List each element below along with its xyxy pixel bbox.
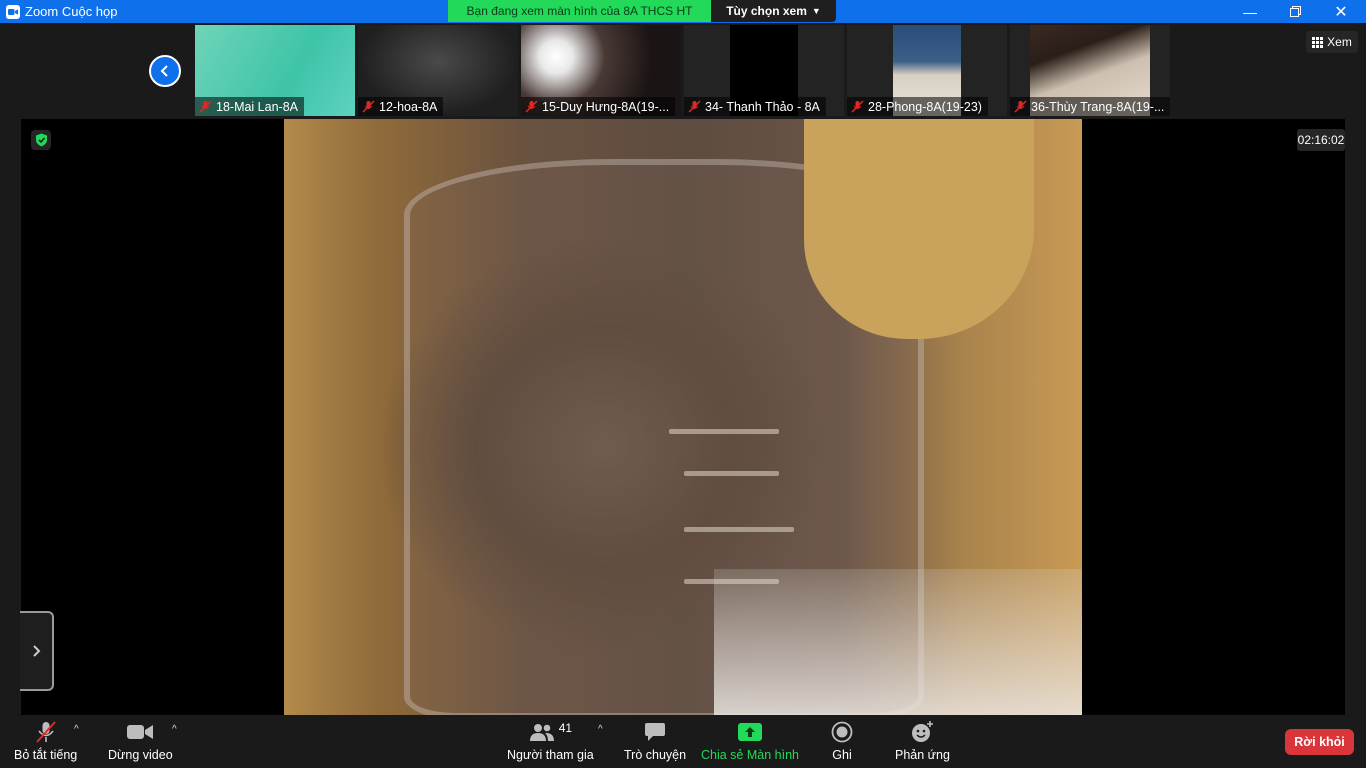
expand-panel-button[interactable] — [20, 611, 54, 691]
mic-muted-icon — [688, 100, 701, 113]
video-options-caret-icon[interactable]: ^ — [172, 724, 177, 735]
participant-tile[interactable]: 15-Duy Hưng-8A(19-... — [521, 25, 681, 116]
shield-icon — [35, 133, 47, 147]
chevron-left-icon — [160, 65, 168, 77]
minimize-button[interactable]: — — [1227, 0, 1273, 23]
mic-muted-icon — [199, 100, 212, 113]
participants-label: Người tham gia — [507, 748, 594, 762]
participant-strip: 18-Mai Lan-8A 12-hoa-8A 15-Duy Hưng-8A(1… — [0, 23, 1366, 119]
video-camera-icon — [127, 725, 154, 739]
participants-icon — [529, 724, 554, 741]
chat-bubble-icon — [645, 723, 666, 741]
participant-name: 15-Duy Hưng-8A(19-... — [542, 99, 670, 114]
zoom-app-icon — [6, 4, 20, 19]
meeting-timer: 02:16:02 — [1297, 129, 1345, 151]
view-layout-button[interactable]: Xem — [1306, 31, 1358, 53]
participant-name-tag: 12-hoa-8A — [358, 97, 444, 116]
chat-button[interactable]: Trò chuyện — [624, 719, 686, 762]
view-options-label: Tùy chọn xem — [726, 4, 807, 18]
reactions-label: Phản ứng — [895, 748, 950, 762]
close-button[interactable]: ✕ — [1318, 0, 1364, 23]
participant-tile[interactable]: 28-Phong-8A(19-23) — [847, 25, 1007, 116]
stop-video-label: Dừng video — [108, 748, 173, 762]
participant-name: 18-Mai Lan-8A — [216, 99, 298, 114]
participant-name-tag: 36-Thùy Trang-8A(19-... — [1010, 97, 1170, 116]
video-graduation-mark — [684, 527, 794, 532]
view-layout-label: Xem — [1327, 35, 1352, 49]
minimize-icon: — — [1243, 3, 1257, 20]
mic-muted-icon — [851, 100, 864, 113]
screen-share-banner: Bạn đang xem màn hình của 8A THCS HT — [448, 0, 711, 22]
restore-icon — [1289, 6, 1301, 17]
participants-button[interactable]: 41 Người tham gia — [507, 719, 594, 762]
security-shield-button[interactable] — [31, 130, 51, 150]
share-screen-button[interactable]: Chia sẻ Màn hình — [701, 719, 799, 762]
grid-icon — [1312, 36, 1324, 48]
participant-name: 28-Phong-8A(19-23) — [868, 99, 982, 114]
window-title: Zoom Cuộc họp — [25, 4, 118, 19]
shared-video — [284, 119, 1082, 715]
participant-name-tag: 34- Thanh Thảo - 8A — [684, 97, 826, 116]
close-icon: ✕ — [1334, 3, 1348, 21]
participant-name-tag: 28-Phong-8A(19-23) — [847, 97, 988, 116]
reactions-button[interactable]: Phản ứng — [895, 719, 950, 762]
video-graduation-mark — [684, 579, 779, 584]
shared-screen-area: 02:16:02 — [21, 119, 1345, 715]
mic-muted-icon — [35, 721, 56, 743]
record-icon — [831, 721, 853, 743]
share-screen-icon — [737, 723, 762, 741]
unmute-label: Bỏ tắt tiếng — [14, 748, 78, 762]
smiley-icon — [912, 721, 934, 742]
stop-video-button[interactable]: Dừng video — [108, 719, 173, 762]
leave-meeting-button[interactable]: Rời khỏi — [1285, 729, 1354, 755]
restore-button[interactable] — [1272, 0, 1318, 23]
participant-name-tag: 18-Mai Lan-8A — [195, 97, 304, 116]
meeting-toolbar: Bỏ tắt tiếng ^ Dừng video ^ 41 Người tha… — [0, 715, 1366, 768]
chevron-right-icon — [33, 645, 41, 657]
mic-muted-icon — [362, 100, 375, 113]
participant-name: 34- Thanh Thảo - 8A — [705, 99, 820, 114]
participant-tile[interactable]: 12-hoa-8A — [358, 25, 518, 116]
record-button[interactable]: Ghi — [831, 719, 853, 762]
participant-name-tag: 15-Duy Hưng-8A(19-... — [521, 97, 676, 116]
chevron-down-icon: ▼ — [811, 6, 821, 16]
share-screen-label: Chia sẻ Màn hình — [701, 748, 799, 762]
chat-label: Trò chuyện — [624, 748, 687, 762]
view-options-button[interactable]: Tùy chọn xem ▼ — [711, 0, 836, 22]
video-light-area — [714, 569, 1082, 715]
participant-tile[interactable]: 18-Mai Lan-8A — [195, 25, 355, 116]
video-graduation-mark — [669, 429, 779, 434]
video-graduation-mark — [684, 471, 779, 476]
participant-name: 12-hoa-8A — [379, 99, 438, 114]
previous-page-button[interactable] — [149, 55, 181, 87]
participants-count: 41 — [558, 721, 573, 735]
video-finger-shape — [804, 119, 1034, 339]
audio-options-caret-icon[interactable]: ^ — [74, 724, 79, 735]
participant-name: 36-Thùy Trang-8A(19-... — [1031, 99, 1165, 114]
record-label: Ghi — [832, 748, 852, 762]
participants-options-caret-icon[interactable]: ^ — [598, 724, 603, 735]
participant-tile[interactable]: 36-Thùy Trang-8A(19-... — [1010, 25, 1170, 116]
participant-tile[interactable]: 34- Thanh Thảo - 8A — [684, 25, 844, 116]
mic-muted-icon — [525, 100, 538, 113]
mic-muted-icon — [1014, 100, 1027, 113]
unmute-button[interactable]: Bỏ tắt tiếng — [14, 719, 77, 762]
